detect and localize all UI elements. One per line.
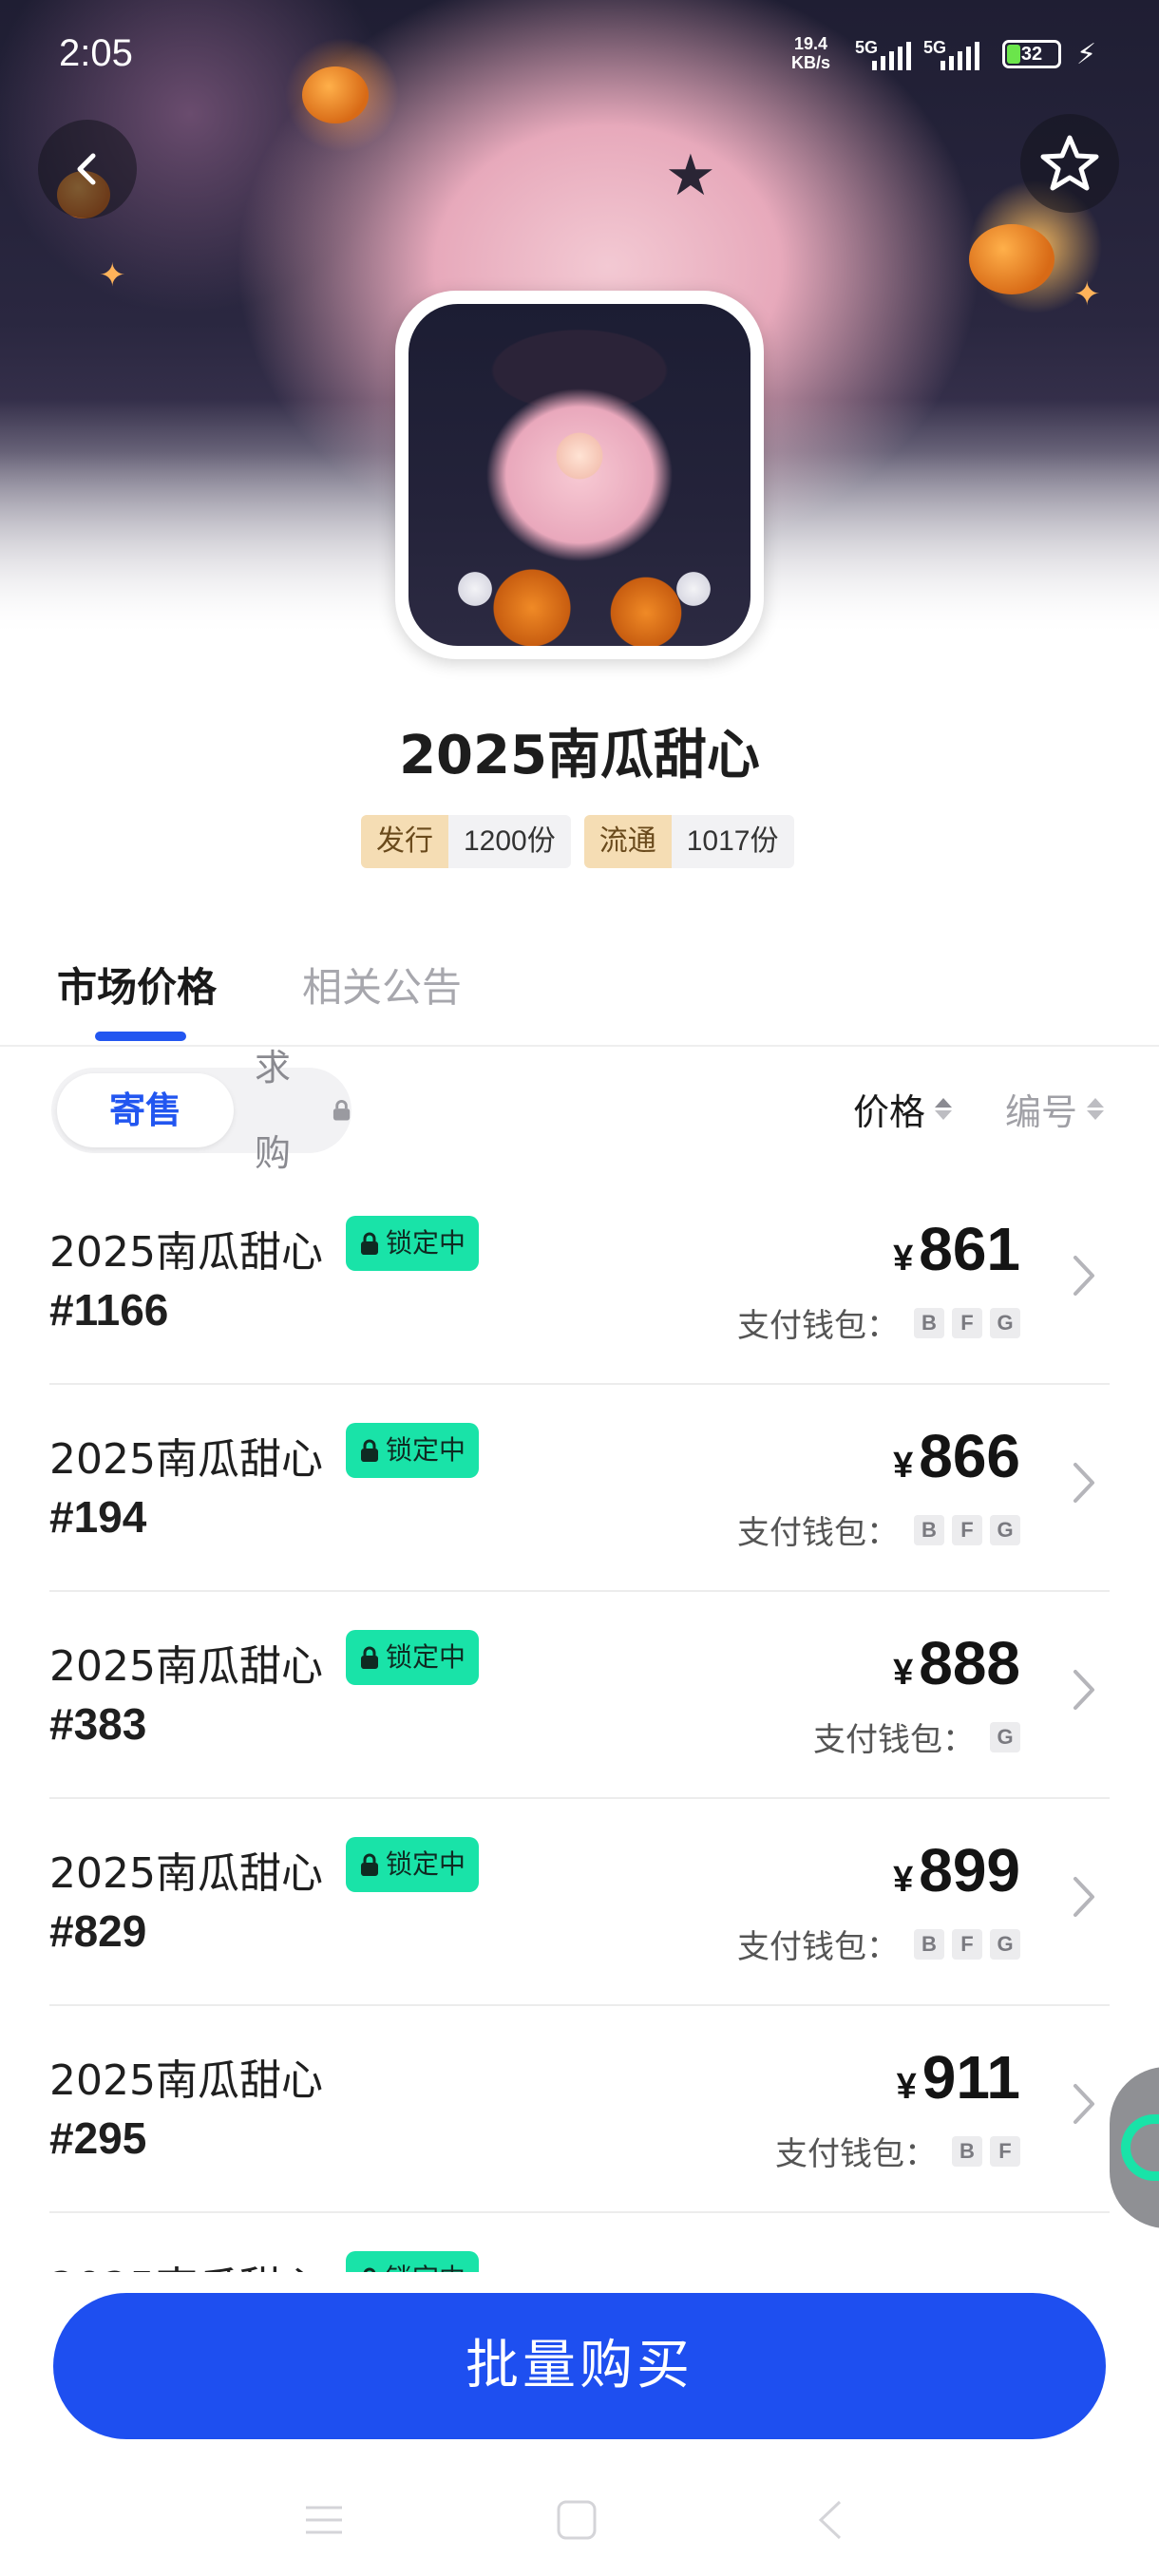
payment-wallets: 支付钱包： G [813,1714,1020,1760]
wallet-badge: G [990,1721,1020,1752]
status-bar: 2:05 19.4 KB/s 5G 5G 32 ⚡ [0,0,1159,114]
currency-symbol: ¥ [893,1446,914,1486]
payment-wallets: 支付钱包： B F G [737,1921,1020,1967]
menu-icon[interactable] [302,2498,346,2542]
locked-badge: 锁定中 [346,1837,480,1892]
clock: 2:05 [59,32,133,74]
chevron-right-icon [1074,1670,1094,1710]
collection-cover[interactable] [395,291,764,659]
currency-symbol: ¥ [893,1239,914,1279]
wallet-badge: B [952,2135,982,2167]
lock-icon [361,1232,378,1255]
locked-badge: 锁定中 [346,1630,480,1685]
sparkle-icon: ✦ [99,256,126,294]
tab-announcements[interactable]: 相关公告 [302,956,462,1013]
listing-price: ¥888 [893,1629,1020,1697]
cover-artwork [408,304,750,646]
payment-wallets: 支付钱包： B F G [737,1299,1020,1346]
assistant-icon [1121,2114,1159,2181]
listing-serial: #383 [49,1699,147,1749]
listing-name: 2025南瓜甜心 [49,2056,323,2105]
circulation-chip: 流通 1017份 [583,815,794,868]
listing-row[interactable]: 2025南瓜甜心 #295 ¥911 支付钱包： B F [49,2004,1110,2213]
chevron-right-icon [1074,1256,1094,1296]
payment-wallets: 支付钱包： B F [775,2128,1020,2174]
listing-type-toggle: 寄售 求购 [51,1047,352,1174]
wallet-badge: F [952,1307,982,1338]
currency-symbol: ¥ [896,2067,917,2107]
chevron-right-icon [1074,2084,1094,2124]
wallet-badge: F [952,1928,982,1960]
listing-serial: #829 [49,1906,147,1956]
wallet-badge: G [990,1307,1020,1338]
listing-name: 2025南瓜甜心 [49,1849,323,1898]
wallet-badge: F [952,1514,982,1545]
home-square-icon[interactable] [555,2498,598,2542]
lock-icon [361,1646,378,1669]
signal-bars-icon [940,42,979,70]
network-speed: 19.4 KB/s [791,34,831,72]
locked-badge: 锁定中 [346,1216,480,1271]
chevron-left-icon [77,153,96,185]
listing-row[interactable]: 2025南瓜甜心 #1166 锁定中 ¥861 支付钱包： B F G [49,1176,1110,1385]
collection-title: 2025南瓜甜心 [399,725,760,786]
sort-by-number[interactable]: 编号 [1005,1083,1105,1135]
sparkle-icon: ✦ [1074,275,1101,313]
listing-name: 2025南瓜甜心 [49,2253,323,2272]
signal-bars-icon [872,42,911,70]
listing-price: ¥861 [893,1215,1020,1283]
locked-badge: 锁定中 [346,1423,480,1478]
listing-row[interactable]: 2025南瓜甜心 #194 锁定中 ¥866 支付钱包： B F G [49,1383,1110,1592]
lock-icon [361,1853,378,1876]
listing-serial: #295 [49,2113,147,2163]
currency-symbol: ¥ [893,1860,914,1900]
payment-wallets: 支付钱包： B F G [737,1506,1020,1553]
listing-price: ¥866 [893,1422,1020,1490]
active-tab-indicator [95,1032,186,1041]
pumpkin-decoration [969,224,1054,294]
sparkle-icon: ★ [665,142,716,209]
listing-row[interactable]: 2025南瓜甜心 锁定中 [49,2211,1110,2272]
wallet-badge: G [990,1928,1020,1960]
star-outline-icon [1040,135,1099,191]
listing-row[interactable]: 2025南瓜甜心 #829 锁定中 ¥899 支付钱包： B F G [49,1797,1110,2006]
listing-price: ¥899 [893,1836,1020,1904]
wallet-badge: F [990,2135,1020,2167]
listing-name: 2025南瓜甜心 [49,1228,323,1277]
wallet-badge: B [914,1928,944,1960]
wallet-badge: B [914,1307,944,1338]
back-triangle-icon[interactable] [809,2498,853,2542]
sort-arrows-icon [935,1098,953,1120]
listing-serial: #1166 [49,1285,169,1335]
chevron-right-icon [1074,1877,1094,1917]
listing-row[interactable]: 2025南瓜甜心 #383 锁定中 ¥888 支付钱包： G [49,1590,1110,1799]
locked-badge: 锁定中 [346,2251,480,2272]
lock-icon [332,1100,351,1121]
listing-name: 2025南瓜甜心 [49,1435,323,1484]
segment-consign[interactable]: 寄售 [57,1073,234,1147]
listing-price: ¥911 [896,2043,1020,2112]
listing-serial: #194 [49,1492,147,1542]
lock-icon [361,1439,378,1462]
issued-chip: 发行 1200份 [361,815,571,868]
back-button[interactable] [38,120,137,218]
wallet-badge: B [914,1514,944,1545]
favorite-button[interactable] [1020,114,1119,213]
battery-icon: 32 [1002,40,1061,68]
sort-by-price[interactable]: 价格 [853,1083,953,1135]
lock-icon [364,2267,375,2272]
tab-market-price[interactable]: 市场价格 [57,956,217,1013]
listing-name: 2025南瓜甜心 [49,1642,323,1691]
bulk-buy-button[interactable]: 批量购买 [53,2293,1106,2439]
chevron-right-icon [1074,1463,1094,1503]
listing-list: 2025南瓜甜心 #1166 锁定中 ¥861 支付钱包： B F G 2025南瓜甜心 #194… [0,1176,1159,2272]
stats-chips: 发行 1200份 流通 1017份 [361,815,794,868]
tab-bar: 市场价格 相关公告 [0,950,1159,1047]
wallet-badge: G [990,1514,1020,1545]
charging-icon: ⚡ [1076,38,1097,71]
currency-symbol: ¥ [893,1653,914,1693]
system-nav-bar [0,2470,1159,2576]
segment-wanted[interactable]: 求购 [255,1047,352,1174]
sort-arrows-icon [1087,1098,1105,1120]
